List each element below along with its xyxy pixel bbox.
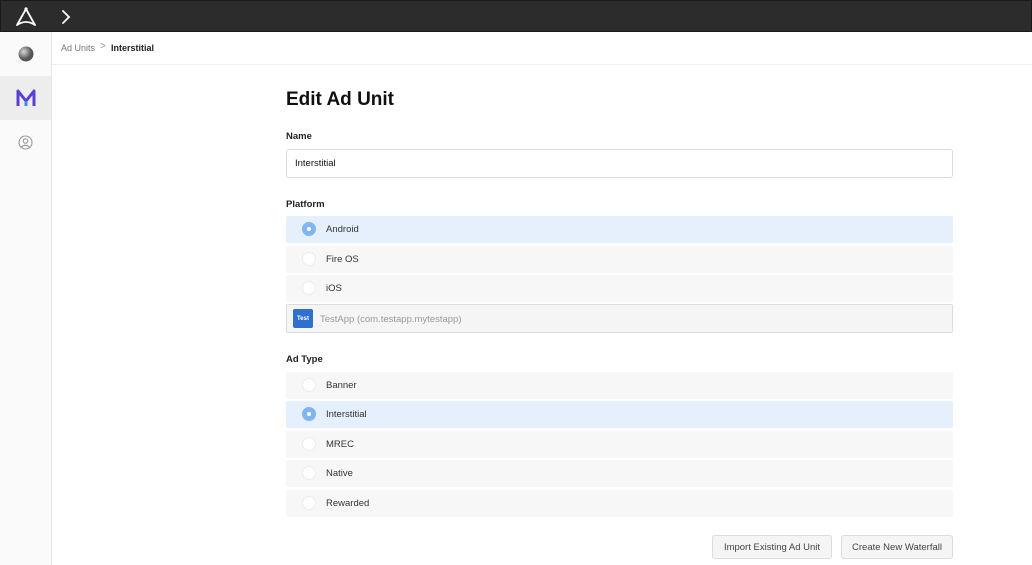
radio[interactable] — [302, 437, 316, 451]
breadcrumb: Ad Units > Interstitial — [52, 32, 1032, 65]
mediation-logo-icon — [16, 89, 35, 106]
radio-selected[interactable] — [302, 222, 316, 236]
option-label: Interstitial — [326, 409, 367, 420]
sidebar — [0, 32, 52, 565]
platform-option-fire-os[interactable]: Fire OS — [286, 246, 953, 273]
page-title: Edit Ad Unit — [286, 89, 394, 110]
radio-selected[interactable] — [302, 407, 316, 421]
app-label: TestApp (com.testapp.mytestapp) — [320, 314, 462, 325]
platform-option-ios[interactable]: iOS — [286, 275, 953, 302]
option-label: Native — [326, 468, 353, 479]
app-badge: Test — [293, 309, 313, 328]
option-label: Banner — [326, 380, 357, 391]
radio[interactable] — [302, 378, 316, 392]
import-existing-ad-unit-button[interactable]: Import Existing Ad Unit — [712, 535, 832, 559]
option-label: MREC — [326, 439, 354, 450]
top-bar — [0, 0, 1032, 32]
ad-type-label: Ad Type — [286, 354, 323, 365]
app-avatar-icon — [18, 46, 33, 62]
breadcrumb-current: Interstitial — [111, 43, 155, 53]
breadcrumb-separator-icon: > — [100, 41, 106, 52]
option-label: iOS — [326, 283, 342, 294]
radio[interactable] — [302, 252, 316, 266]
option-label: Fire OS — [326, 254, 359, 265]
create-new-waterfall-button[interactable]: Create New Waterfall — [841, 535, 953, 559]
sidebar-item-account[interactable] — [0, 120, 51, 164]
sidebar-item-mediation[interactable] — [0, 76, 51, 120]
radio[interactable] — [302, 496, 316, 510]
name-input[interactable] — [286, 149, 953, 178]
breadcrumb-ad-units[interactable]: Ad Units — [61, 43, 95, 53]
app-logo-icon[interactable] — [13, 6, 39, 28]
chevron-right-icon[interactable] — [60, 10, 72, 24]
option-label: Android — [326, 224, 359, 235]
option-label: Rewarded — [326, 498, 370, 509]
radio[interactable] — [302, 466, 316, 480]
radio[interactable] — [302, 281, 316, 295]
ad-type-option-native[interactable]: Native — [286, 460, 953, 487]
ad-type-option-banner[interactable]: Banner — [286, 372, 953, 399]
sidebar-item-apps[interactable] — [0, 32, 51, 76]
platform-option-android[interactable]: Android — [286, 216, 953, 243]
app-select[interactable]: Test TestApp (com.testapp.mytestapp) — [286, 304, 953, 333]
ad-type-option-mrec[interactable]: MREC — [286, 431, 953, 458]
ad-type-option-rewarded[interactable]: Rewarded — [286, 490, 953, 517]
platform-label: Platform — [286, 199, 325, 210]
user-icon — [18, 134, 33, 150]
name-label: Name — [286, 131, 312, 142]
ad-type-option-interstitial[interactable]: Interstitial — [286, 401, 953, 428]
